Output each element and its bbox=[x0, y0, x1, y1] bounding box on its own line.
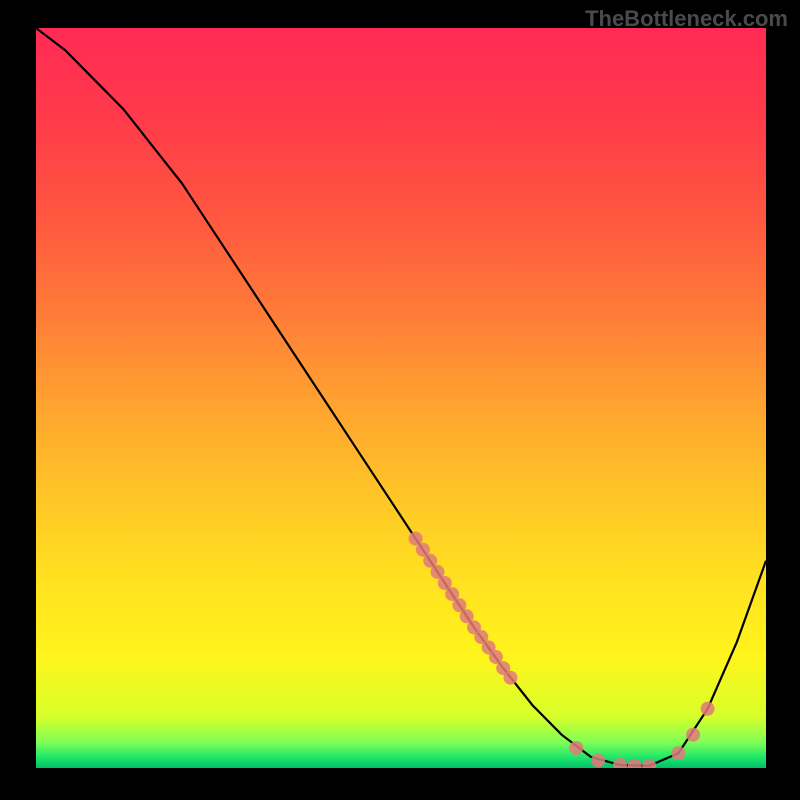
gradient-background bbox=[36, 28, 766, 768]
data-point bbox=[504, 671, 518, 685]
watermark-text: TheBottleneck.com bbox=[585, 6, 788, 32]
data-point bbox=[591, 754, 605, 768]
data-point bbox=[569, 741, 583, 755]
data-point bbox=[686, 728, 700, 742]
data-point bbox=[701, 702, 715, 716]
bottleneck-chart bbox=[36, 28, 766, 768]
data-point bbox=[671, 746, 685, 760]
